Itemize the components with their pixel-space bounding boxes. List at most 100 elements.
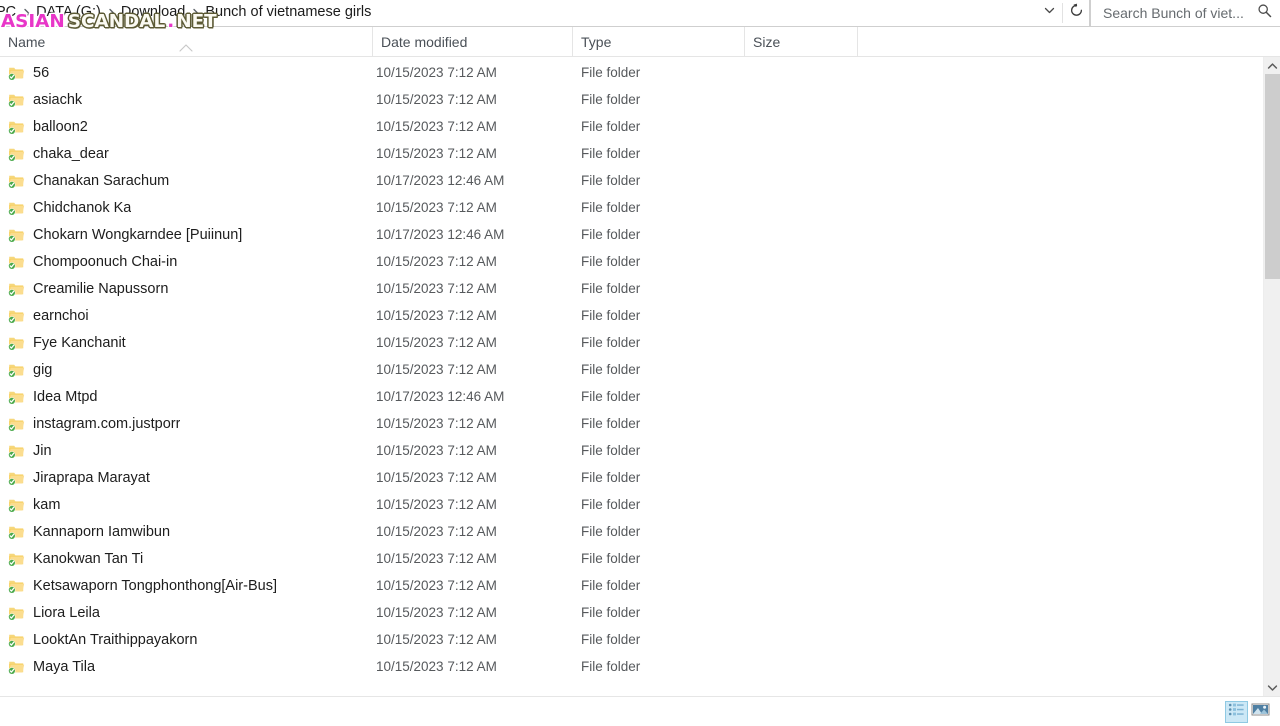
column-header-name[interactable]: Name bbox=[0, 26, 373, 57]
file-list-row[interactable]: Idea Mtpd 10/17/2023 12:46 AM File folder bbox=[0, 383, 1263, 410]
file-date-modified-cell: 10/15/2023 7:12 AM bbox=[376, 335, 497, 350]
file-type-cell: File folder bbox=[581, 335, 641, 350]
file-date-modified-cell: 10/15/2023 7:12 AM bbox=[376, 146, 497, 161]
file-list-row[interactable]: Liora Leila 10/15/2023 7:12 AM File folder bbox=[0, 599, 1263, 626]
file-name-label: Chanakan Sarachum bbox=[33, 172, 170, 189]
file-date-modified-cell: 10/15/2023 7:12 AM bbox=[376, 659, 497, 674]
status-bar bbox=[0, 696, 1280, 726]
column-header-filler bbox=[858, 27, 1280, 57]
file-list-row[interactable]: gig 10/15/2023 7:12 AM File folder bbox=[0, 356, 1263, 383]
details-view-button[interactable] bbox=[1225, 700, 1248, 723]
breadcrumb: PC DATA (G:) Download Bunch of vietnames… bbox=[0, 0, 1036, 26]
folder-synced-icon bbox=[8, 146, 25, 162]
file-list-row[interactable]: kam 10/15/2023 7:12 AM File folder bbox=[0, 491, 1263, 518]
file-list-row[interactable]: Kanokwan Tan Ti 10/15/2023 7:12 AM File fo… bbox=[0, 545, 1263, 572]
file-type-cell: File folder bbox=[581, 227, 641, 242]
address-history-dropdown-button[interactable] bbox=[1036, 4, 1062, 22]
scrollbar-up-button[interactable] bbox=[1263, 57, 1280, 74]
file-list-row[interactable]: Jiraprapa Marayat 10/15/2023 7:12 AM File … bbox=[0, 464, 1263, 491]
folder-synced-icon bbox=[8, 443, 25, 459]
file-date-modified-cell: 10/15/2023 7:12 AM bbox=[376, 308, 497, 323]
file-list-row[interactable]: Kannaporn Iamwibun 10/15/2023 7:12 AM File… bbox=[0, 518, 1263, 545]
view-mode-buttons bbox=[1225, 700, 1272, 723]
file-list-row[interactable]: 56 10/15/2023 7:12 AM File folder bbox=[0, 59, 1263, 86]
file-list-row[interactable]: Chidchanok Ka 10/15/2023 7:12 AM File fold… bbox=[0, 194, 1263, 221]
search-icon[interactable] bbox=[1257, 3, 1272, 23]
file-type-cell: File folder bbox=[581, 146, 641, 161]
search-input[interactable]: Search Bunch of viet... bbox=[1103, 5, 1244, 21]
file-name-label: Kannaporn Iamwibun bbox=[33, 523, 171, 540]
file-date-modified-cell: 10/15/2023 7:12 AM bbox=[376, 551, 497, 566]
file-name-label: LooktAn Traithippayakorn bbox=[33, 631, 198, 648]
folder-synced-icon bbox=[8, 632, 25, 648]
file-type-cell: File folder bbox=[581, 443, 641, 458]
file-list-row[interactable]: chaka_dear 10/15/2023 7:12 AM File folder bbox=[0, 140, 1263, 167]
file-name-label: Creamilie Napussorn bbox=[33, 280, 169, 297]
breadcrumb-item-pc[interactable]: PC bbox=[0, 3, 21, 23]
file-list-row[interactable]: Chanakan Sarachum 10/17/2023 12:46 AM File… bbox=[0, 167, 1263, 194]
file-type-cell: File folder bbox=[581, 254, 641, 269]
file-date-modified-cell: 10/15/2023 7:12 AM bbox=[376, 470, 497, 485]
scrollbar-track[interactable] bbox=[1263, 74, 1280, 679]
file-list-row[interactable]: Maya Tila 10/15/2023 7:12 AM File folder bbox=[0, 653, 1263, 680]
navigation-bar: PC DATA (G:) Download Bunch of vietnames… bbox=[0, 0, 1280, 27]
folder-synced-icon bbox=[8, 308, 25, 324]
file-list-row[interactable]: Chompoonuch Chai-in 10/15/2023 7:12 AM Fil… bbox=[0, 248, 1263, 275]
folder-synced-icon bbox=[8, 227, 25, 243]
file-date-modified-cell: 10/15/2023 7:12 AM bbox=[376, 416, 497, 431]
file-name-cell: asiachk bbox=[0, 92, 373, 108]
file-type-cell: File folder bbox=[581, 119, 641, 134]
file-name-label: earnchoi bbox=[33, 307, 89, 324]
breadcrumb-item-download[interactable]: Download bbox=[119, 3, 191, 23]
file-list-row[interactable]: Chokarn Wongkarndee [Puiinun] 10/17/2023 … bbox=[0, 221, 1263, 248]
folder-synced-icon bbox=[8, 605, 25, 621]
column-header-date-modified[interactable]: Date modified bbox=[373, 26, 573, 57]
scrollbar-thumb[interactable] bbox=[1264, 74, 1280, 279]
file-name-label: gig bbox=[33, 361, 53, 378]
file-list-row[interactable]: earnchoi 10/15/2023 7:12 AM File folder bbox=[0, 302, 1263, 329]
chevron-down-icon bbox=[1043, 4, 1056, 22]
file-list-row[interactable]: LooktAn Traithippayakorn 10/15/2023 7:12 … bbox=[0, 626, 1263, 653]
file-name-label: Idea Mtpd bbox=[33, 388, 98, 405]
refresh-button[interactable] bbox=[1062, 3, 1089, 23]
large-icons-view-button[interactable] bbox=[1249, 701, 1272, 723]
file-name-cell: earnchoi bbox=[0, 308, 373, 324]
address-bar[interactable]: PC DATA (G:) Download Bunch of vietnames… bbox=[0, 0, 1090, 27]
scrollbar-down-button[interactable] bbox=[1263, 679, 1280, 696]
file-date-modified-cell: 10/15/2023 7:12 AM bbox=[376, 92, 497, 107]
column-header-type[interactable]: Type bbox=[573, 26, 745, 57]
file-name-cell: Kanokwan Tan Ti bbox=[0, 551, 373, 567]
vertical-scrollbar[interactable] bbox=[1263, 57, 1280, 696]
file-name-label: Chompoonuch Chai-in bbox=[33, 253, 178, 270]
file-name-cell: LooktAn Traithippayakorn bbox=[0, 632, 373, 648]
file-type-cell: File folder bbox=[581, 200, 641, 215]
file-type-cell: File folder bbox=[581, 389, 641, 404]
file-date-modified-cell: 10/15/2023 7:12 AM bbox=[376, 254, 497, 269]
file-list-row[interactable]: Jin 10/15/2023 7:12 AM File folder bbox=[0, 437, 1263, 464]
file-list-row[interactable]: Creamilie Napussorn 10/15/2023 7:12 AM Fil… bbox=[0, 275, 1263, 302]
breadcrumb-item-current-folder[interactable]: Bunch of vietnamese girls bbox=[203, 3, 376, 23]
folder-synced-icon bbox=[8, 389, 25, 405]
file-date-modified-cell: 10/15/2023 7:12 AM bbox=[376, 65, 497, 80]
folder-synced-icon bbox=[8, 497, 25, 513]
file-type-cell: File folder bbox=[581, 92, 641, 107]
file-list-row[interactable]: Fye Kanchanit 10/15/2023 7:12 AM File fold… bbox=[0, 329, 1263, 356]
column-header-row: Name Date modified Type Size bbox=[0, 26, 1280, 57]
file-type-cell: File folder bbox=[581, 605, 641, 620]
file-list-row[interactable]: asiachk 10/15/2023 7:12 AM File folder bbox=[0, 86, 1263, 113]
file-type-cell: File folder bbox=[581, 551, 641, 566]
file-list-row[interactable]: instagram.com.justporr 10/15/2023 7:12 AM… bbox=[0, 410, 1263, 437]
file-list-row[interactable]: balloon2 10/15/2023 7:12 AM File folder bbox=[0, 113, 1263, 140]
file-name-cell: Chidchanok Ka bbox=[0, 200, 373, 216]
breadcrumb-item-data-g[interactable]: DATA (G:) bbox=[34, 3, 106, 23]
file-name-label: Ketsawaporn Tongphonthong[Air-Bus] bbox=[33, 577, 277, 594]
search-box[interactable]: Search Bunch of viet... bbox=[1090, 0, 1280, 27]
file-list-row[interactable]: Ketsawaporn Tongphonthong[Air-Bus] 10/15/… bbox=[0, 572, 1263, 599]
file-name-label: instagram.com.justporr bbox=[33, 415, 181, 432]
file-name-label: kam bbox=[33, 496, 61, 513]
folder-synced-icon bbox=[8, 659, 25, 675]
file-name-label: Chokarn Wongkarndee [Puiinun] bbox=[33, 226, 243, 243]
breadcrumb-separator-icon bbox=[190, 8, 203, 19]
file-explorer-window: PC DATA (G:) Download Bunch of vietnames… bbox=[0, 0, 1280, 726]
column-header-size[interactable]: Size bbox=[745, 26, 858, 57]
